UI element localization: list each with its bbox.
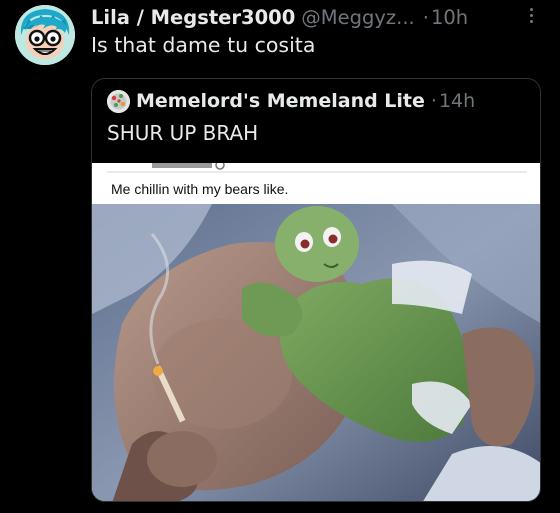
quoted-tweet-media[interactable]: Me chillin with my bears like. (92, 163, 540, 501)
separator-dot: · (422, 5, 429, 29)
quoted-tweet-text: SHUR UP BRAH (107, 121, 259, 145)
quoted-author-avatar[interactable] (107, 89, 130, 113)
quoted-author-display-name[interactable]: Memelord's Memeland Lite (136, 90, 425, 112)
tweet[interactable]: Lila / Megster3000 @Meggyz... · 10h Is t… (0, 0, 560, 513)
quoted-tweet-header: Memelord's Memeland Lite · 14h (107, 88, 475, 114)
quoted-tweet[interactable]: Memelord's Memeland Lite · 14h SHUR UP B… (91, 78, 541, 502)
meme-illustration (92, 204, 540, 501)
quoted-tweet-timestamp[interactable]: 14h (439, 90, 475, 112)
tweet-header: Lila / Megster3000 @Meggyz... · 10h (91, 4, 542, 30)
tweet-text: Is that dame tu cosita (91, 33, 316, 57)
quoted-avatar-image (107, 89, 130, 113)
author-handle[interactable]: @Meggyz... (301, 6, 414, 29)
more-vertical-icon[interactable] (524, 6, 538, 28)
author-display-name[interactable]: Lila / Megster3000 (91, 6, 295, 29)
separator-dot: · (430, 90, 437, 112)
meme-caption: Me chillin with my bears like. (111, 181, 289, 197)
tweet-timestamp[interactable]: 10h (431, 6, 468, 29)
author-avatar[interactable] (15, 5, 75, 65)
cropped-header-fragment (107, 163, 527, 173)
avatar-image (15, 5, 75, 65)
